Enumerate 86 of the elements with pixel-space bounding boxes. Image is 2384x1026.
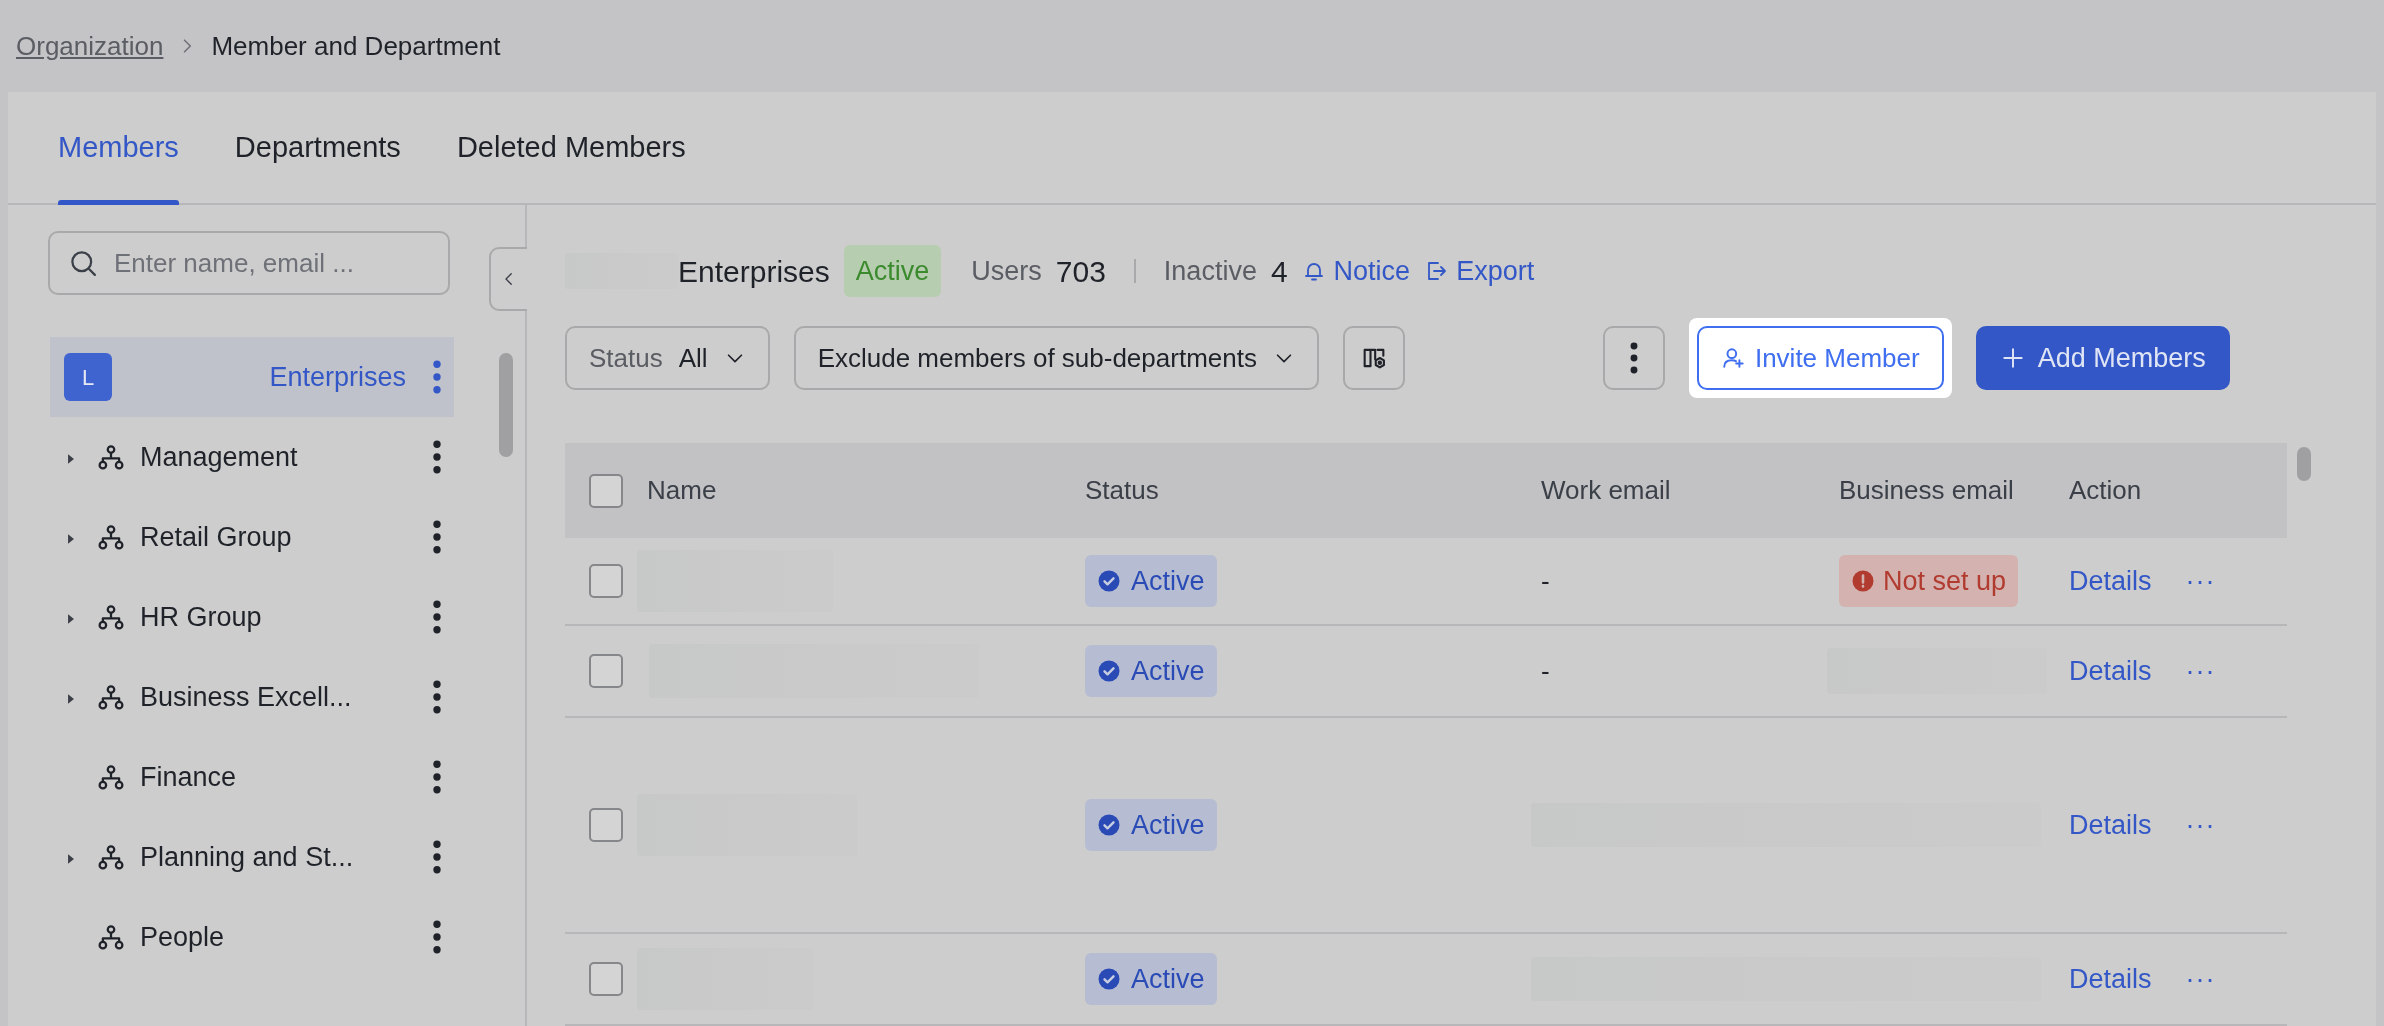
row-checkbox[interactable] [589, 808, 623, 842]
row-checkbox[interactable] [589, 654, 623, 688]
column-header: Name [647, 474, 717, 507]
details-link[interactable]: Details [2069, 804, 2152, 846]
department-icon [96, 922, 126, 952]
work-email: - [1541, 655, 1550, 686]
kebab-icon[interactable] [432, 440, 442, 474]
inactive-count: 4 [1270, 253, 1288, 290]
status-filter[interactable]: Status All [565, 326, 770, 390]
tree-item-label: Retail Group [140, 520, 292, 554]
work-email: - [1541, 565, 1550, 596]
status-badge: Active [1085, 798, 1217, 852]
status-badge: Active [1085, 952, 1217, 1006]
avatar: L [64, 353, 112, 401]
row-checkbox[interactable] [589, 564, 623, 598]
department-icon [96, 842, 126, 872]
more-actions-button[interactable]: ··· [2185, 804, 2216, 846]
tree-item[interactable]: Finance [50, 737, 454, 817]
tab[interactable]: Deleted Members [456, 92, 686, 203]
organization-title: Enterprises [678, 253, 830, 290]
alert-icon [1851, 569, 1875, 593]
row-checkbox[interactable] [589, 962, 623, 996]
status-badge: Active [843, 244, 942, 298]
tree-item[interactable]: Retail Group [50, 497, 454, 577]
department-icon [96, 602, 126, 632]
select-all-checkbox[interactable] [589, 473, 623, 508]
tree-item-label: Finance [140, 760, 237, 794]
more-actions-button[interactable]: ··· [2185, 650, 2216, 692]
tab[interactable]: Departments [234, 92, 401, 203]
check-circle-icon [1097, 569, 1121, 593]
tree-item-label: Planning and St... [140, 840, 354, 874]
invite-member-button[interactable]: Invite Member [1696, 326, 1944, 390]
tree-item-label: Business Excell... [140, 680, 352, 714]
details-link[interactable]: Details [2069, 958, 2152, 1000]
kebab-icon[interactable] [432, 840, 442, 874]
department-icon [96, 682, 126, 712]
add-members-button[interactable]: Add Members [1975, 326, 2230, 390]
kebab-icon[interactable] [432, 760, 442, 794]
scope-dropdown[interactable]: Exclude members of sub-departments [793, 326, 1319, 390]
kebab-icon[interactable] [432, 920, 442, 954]
kebab-icon[interactable] [432, 520, 442, 554]
scrollbar[interactable] [2297, 447, 2311, 481]
details-link[interactable]: Details [2069, 650, 2152, 692]
column-header: Work email [1541, 475, 1671, 505]
check-circle-icon [1097, 967, 1121, 991]
tree-item-label: HR Group [140, 600, 262, 634]
check-circle-icon [1097, 813, 1121, 837]
tree-item-label: Management [140, 440, 298, 474]
tree-item-label: Enterprises [269, 360, 406, 394]
kebab-icon [1629, 341, 1638, 375]
department-icon [96, 762, 126, 792]
department-icon [96, 522, 126, 552]
tree-item[interactable]: People [50, 897, 454, 977]
inactive-label: Inactive [1163, 254, 1257, 288]
breadcrumb-item[interactable]: Organization [16, 26, 164, 66]
users-count: 703 [1055, 253, 1106, 290]
department-icon [96, 442, 126, 472]
column-header: Business email [1839, 475, 2014, 505]
kebab-icon[interactable] [432, 680, 442, 714]
more-actions-button[interactable]: ··· [2185, 958, 2216, 1000]
check-circle-icon [1097, 659, 1121, 683]
tab[interactable]: Members [58, 92, 179, 203]
tree-item[interactable]: L Enterprises [50, 337, 454, 417]
details-link[interactable]: Details [2069, 560, 2152, 602]
search-icon [68, 248, 98, 278]
tree-item[interactable]: HR Group [50, 577, 454, 657]
breadcrumb-item: Member and Department [211, 29, 501, 63]
notice-link[interactable]: Notice [1301, 250, 1411, 292]
search-field[interactable]: Enter name, email ... [48, 231, 450, 295]
tree-item[interactable]: Management [50, 417, 454, 497]
more-button[interactable] [1602, 326, 1665, 390]
users-label: Users [971, 254, 1042, 288]
more-actions-button[interactable]: ··· [2185, 560, 2216, 602]
user-plus-icon [1720, 345, 1747, 371]
status-badge: Active [1085, 554, 1217, 608]
column-header: Action [2069, 474, 2142, 507]
tree-item-label: People [140, 920, 225, 954]
column-header: Status [1085, 475, 1159, 505]
scrollbar[interactable] [499, 353, 513, 457]
tree-item[interactable]: Planning and St... [50, 817, 454, 897]
kebab-icon[interactable] [432, 600, 442, 634]
tree-item[interactable]: Business Excell... [50, 657, 454, 737]
warning-badge: Not set up [1839, 554, 2019, 608]
status-badge: Active [1085, 644, 1217, 698]
column-settings-button[interactable] [1342, 326, 1405, 390]
export-link[interactable]: Export [1424, 250, 1535, 292]
